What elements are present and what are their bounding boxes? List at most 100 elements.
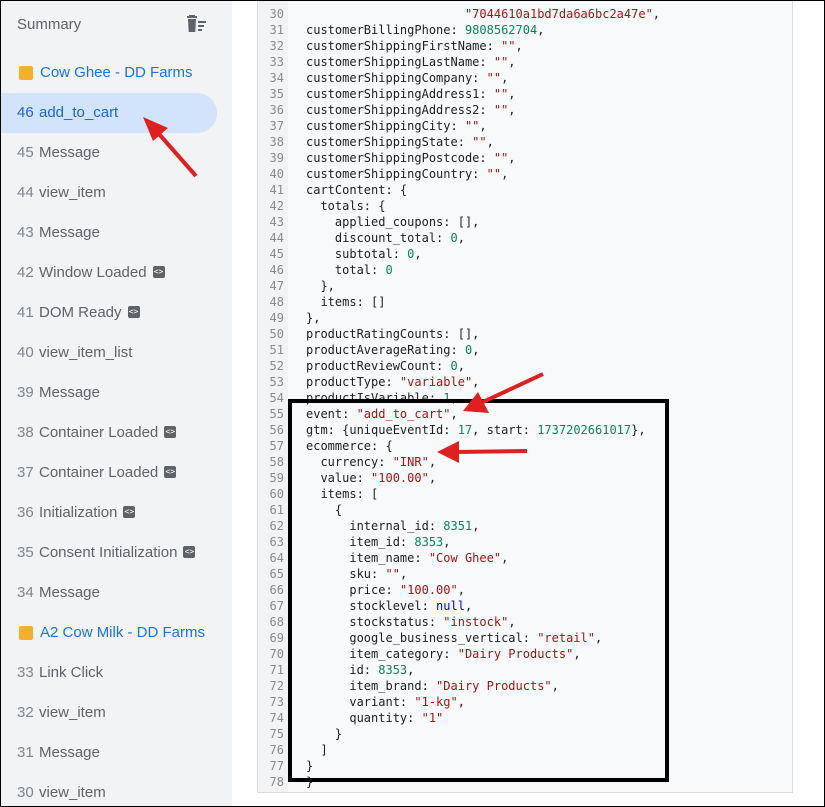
- event-item[interactable]: 45 Message: [1, 133, 232, 173]
- string-token: "": [501, 39, 516, 53]
- code-line: 40 customerShippingCountry: "",: [258, 166, 792, 182]
- string-token: "variable": [399, 375, 473, 389]
- code-token: ,: [457, 231, 465, 245]
- line-number: 40: [269, 167, 284, 181]
- event-item[interactable]: 44 view_item: [1, 173, 232, 213]
- line-number: 36: [269, 103, 284, 117]
- event-item[interactable]: 42 Window Loaded <>: [1, 253, 232, 293]
- code-line: 47 },: [258, 278, 792, 294]
- event-item[interactable]: 31 Message: [1, 733, 232, 773]
- string-token: "": [464, 119, 480, 133]
- line-number: 63: [269, 535, 284, 549]
- code-badge-icon: <>: [183, 546, 196, 558]
- code-token: customerBillingPhone:: [306, 23, 465, 37]
- line-number: 31: [269, 23, 284, 37]
- code-token: ,: [652, 7, 661, 21]
- code-line: 45 subtotal: 0,: [258, 246, 792, 262]
- line-number: 52: [269, 359, 284, 373]
- code-line: 43 applied_coupons: [],: [258, 214, 792, 230]
- event-label: view_item: [39, 184, 106, 201]
- code-token: productAverageRating:: [306, 343, 465, 357]
- code-text: customerShippingPostcode: "",: [306, 150, 516, 166]
- code-line: 36 customerShippingAddress2: "",: [258, 102, 792, 118]
- code-line: 35 customerShippingAddress1: "",: [258, 86, 792, 102]
- event-label: view_item_list: [39, 344, 133, 361]
- code-text: totals: {: [306, 198, 385, 214]
- event-item[interactable]: 33 Link Click: [1, 653, 232, 693]
- event-label: Window Loaded: [39, 264, 147, 281]
- line-number: 75: [269, 727, 284, 741]
- event-item[interactable]: 36 Initialization <>: [1, 493, 232, 533]
- number-token: 0: [385, 263, 393, 277]
- line-number: 65: [269, 567, 284, 581]
- event-number: 31: [17, 744, 34, 761]
- code-token: ,: [508, 151, 516, 165]
- code-token: customerShippingLastName:: [306, 55, 494, 69]
- code-text: items: []: [306, 294, 385, 310]
- code-token: subtotal:: [306, 247, 408, 261]
- line-number: 57: [269, 439, 284, 453]
- event-item[interactable]: 30 view_item: [1, 773, 232, 806]
- line-number: 66: [269, 583, 284, 597]
- line-number: 68: [269, 615, 284, 629]
- line-number: 72: [269, 679, 284, 693]
- line-number: 78: [269, 775, 284, 789]
- event-number: 39: [17, 384, 34, 401]
- event-item[interactable]: 41 DOM Ready <>: [1, 293, 232, 333]
- code-line: 49},: [258, 310, 792, 326]
- line-number: 42: [269, 199, 284, 213]
- code-line: 48 items: []: [258, 294, 792, 310]
- event-label: DOM Ready: [39, 304, 122, 321]
- event-item[interactable]: 43 Message: [1, 213, 232, 253]
- event-number: 41: [17, 304, 34, 321]
- code-badge-icon: <>: [164, 466, 177, 478]
- event-item[interactable]: 38 Container Loaded <>: [1, 413, 232, 453]
- line-number: 64: [269, 551, 284, 565]
- trash-icon[interactable]: [186, 15, 208, 35]
- code-text: discount_total: 0,: [306, 230, 465, 246]
- container-header[interactable]: A2 Cow Milk - DD Farms: [1, 613, 232, 653]
- code-token: customerShippingAddress1:: [306, 87, 494, 101]
- event-item[interactable]: 40 view_item_list: [1, 333, 232, 373]
- event-item[interactable]: 46 add_to_cart: [1, 93, 232, 133]
- code-token: ,: [486, 135, 494, 149]
- line-number: 76: [269, 743, 284, 757]
- line-number: 44: [269, 231, 284, 245]
- code-text: productReviewCount: 0,: [306, 358, 465, 374]
- line-number: 33: [269, 55, 284, 69]
- code-token: ,: [501, 71, 509, 85]
- code-line: 52 productReviewCount: 0,: [258, 358, 792, 374]
- code-text: applied_coupons: [],: [306, 214, 480, 230]
- event-item[interactable]: 35 Consent Initialization <>: [1, 533, 232, 573]
- code-token: ,: [508, 87, 516, 101]
- line-number: 39: [269, 151, 284, 165]
- string-token: "": [493, 151, 509, 165]
- event-label: Cow Ghee - DD Farms: [40, 64, 193, 81]
- code-line: 38 customerShippingState: "",: [258, 134, 792, 150]
- code-line: 32 customerShippingFirstName: "",: [258, 38, 792, 54]
- line-number: 56: [269, 423, 284, 437]
- line-number: 32: [269, 39, 284, 53]
- event-label: Consent Initialization: [39, 544, 178, 561]
- event-item[interactable]: 32 view_item: [1, 693, 232, 733]
- event-item[interactable]: 34 Message: [1, 573, 232, 613]
- code-line: 30 "7044610a1bd7da6a6bc2a47e",: [258, 6, 792, 22]
- code-token: productType:: [306, 375, 400, 389]
- event-item[interactable]: 37 Container Loaded <>: [1, 453, 232, 493]
- code-badge-icon: <>: [123, 506, 136, 518]
- summary-item[interactable]: Summary: [1, 1, 232, 49]
- event-number: 40: [17, 344, 34, 361]
- container-header[interactable]: Cow Ghee - DD Farms: [1, 53, 232, 93]
- line-number: 47: [269, 279, 284, 293]
- code-text: "7044610a1bd7da6a6bc2a47e",: [306, 6, 660, 22]
- number-token: 0: [450, 231, 458, 245]
- code-token: discount_total:: [306, 231, 451, 245]
- event-item[interactable]: 39 Message: [1, 373, 232, 413]
- event-label: Message: [39, 744, 100, 761]
- code-text: customerShippingCountry: "",: [306, 166, 508, 182]
- annotation-highlight-box: [288, 399, 669, 782]
- code-line: 37 customerShippingCity: "",: [258, 118, 792, 134]
- code-token: ,: [472, 375, 480, 389]
- event-label: Container Loaded: [39, 424, 159, 441]
- event-label: view_item: [39, 704, 106, 721]
